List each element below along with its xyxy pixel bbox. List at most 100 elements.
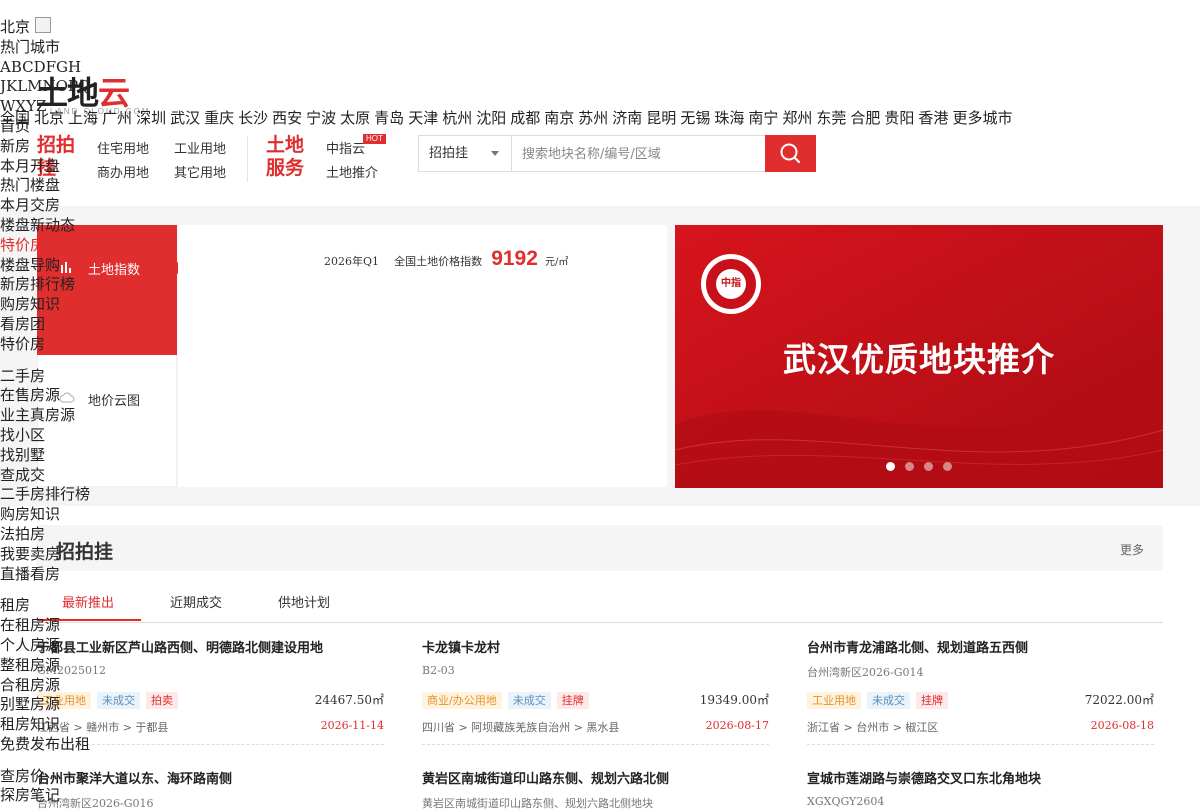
city-link[interactable]: 沈阳 [476,109,506,127]
city-link[interactable]: 成都 [510,109,540,127]
nav-item[interactable]: 租房知识 [0,715,90,735]
tab-recent-deals[interactable]: 近期成交 [170,592,222,611]
city-link[interactable]: 郑州 [782,109,812,127]
nav-item[interactable]: 二手房 [0,367,90,387]
nav-item[interactable]: 别墅房源 [0,695,90,715]
listing-card[interactable]: 卡龙镇卡龙村 B2-03 商业/办公用地 未成交 挂牌 19349.00㎡ 四川省 > 阿坝… [422,637,769,745]
listing-tag: 未成交 [507,692,551,709]
city-link[interactable]: 重庆 [204,109,234,127]
nav-item[interactable]: 探房笔记 [0,786,90,806]
city-link[interactable]: 南宁 [748,109,778,127]
listing-code: XGXQGY2604 [807,795,885,808]
letter-row[interactable]: JKLMNOPQ [0,77,90,97]
letter-row[interactable]: ABCDFGH [0,58,90,78]
city-link[interactable]: 更多城市 [952,109,1012,127]
search-icon [780,143,801,164]
search-button[interactable] [765,135,816,172]
listing-name: 黄岩区南城街道印山路东侧、规划六路北侧 [422,772,670,787]
search-input[interactable] [514,136,774,173]
city-link[interactable]: 西安 [272,109,302,127]
nav-item[interactable]: 新房排行榜 [0,275,90,295]
nav-item[interactable]: 本月开盘 [0,157,90,177]
city-link[interactable]: 昆明 [646,109,676,127]
nav-item[interactable]: 直播看房 [0,565,90,585]
nav-item[interactable]: 购房知识 [0,505,90,525]
carousel-dot[interactable] [924,462,933,471]
listing-card[interactable]: 黄岩区南城街道印山路东侧、规划六路北侧 黄岩区南城街道印山路东侧、规划六路北侧地块 [422,768,769,811]
menu-other[interactable]: 其它用地 [174,162,226,181]
listing-tag: 工业用地 [807,692,861,709]
menu-commercial[interactable]: 商办用地 [97,162,149,181]
search-type-select[interactable]: 招拍挂 [419,136,512,171]
nav-item[interactable]: 查成交 [0,466,90,486]
nav-item[interactable]: 本月交房 [0,196,90,216]
menu-industrial[interactable]: 工业用地 [174,138,226,157]
nav-item[interactable]: 特价房 [0,236,90,256]
menu-zhizhiyun[interactable]: 中指云 [326,138,365,157]
nav-item[interactable]: 租房 [0,596,90,616]
listing-card[interactable]: 台州市青龙浦路北侧、规划道路五西侧 台州湾新区2026-G014 工业用地 未成交 挂牌… [807,637,1154,745]
nav-item[interactable]: 业主真房源 [0,406,90,426]
nav-item[interactable]: 个人房源 [0,636,90,656]
city-link[interactable]: 南京 [544,109,574,127]
city-link[interactable]: 太原 [340,109,370,127]
listing-tag: 商业/办公用地 [422,692,502,709]
nav-item[interactable]: 整租房源 [0,656,90,676]
more-link[interactable]: 更多 [1120,541,1144,558]
listing-date: 2026-11-14 [320,719,384,732]
nav-item[interactable]: 特价房 [0,335,90,355]
listing-tag: 挂牌 [916,692,948,709]
city-link[interactable]: 无锡 [680,109,710,127]
listing-date: 2026-08-17 [705,719,769,732]
nav-item[interactable]: 在租房源 [0,616,90,636]
menu-land-promo[interactable]: 土地推介 [326,162,378,181]
listing-tag: 未成交 [867,692,910,709]
city-link[interactable]: 深圳 [136,109,166,127]
city-link[interactable]: 杭州 [442,109,472,127]
city-link[interactable]: 青岛 [374,109,404,127]
nav-item[interactable]: 免费发布出租 [0,735,90,755]
nav-item[interactable]: 法拍房 [0,525,90,545]
nav-item[interactable]: 找别墅 [0,446,90,466]
nav-item[interactable]: 购房知识 [0,295,90,315]
letter-row[interactable]: WXYZ [0,97,90,117]
carousel-dot[interactable] [905,462,914,471]
city-link[interactable]: 天津 [408,109,438,127]
nav-item[interactable]: 二手房排行榜 [0,485,90,505]
listing-card[interactable]: 宣城市莲湖路与崇德路交叉口东北角地块 XGXQGY2604 [807,768,1154,808]
tab-supply-plan[interactable]: 供地计划 [278,592,330,611]
menu-residential[interactable]: 住宅用地 [97,138,149,157]
listing-date: 2026-08-18 [1090,719,1154,732]
city-link[interactable]: 香港 [918,109,948,127]
city-link[interactable]: 苏州 [578,109,608,127]
nav-item[interactable]: 在售房源 [0,386,90,406]
city-link[interactable]: 济南 [612,109,642,127]
land-service-title[interactable]: 土地 服务 [266,134,304,180]
nav-item[interactable]: 首页 [0,117,90,137]
broken-image-icon [34,17,51,33]
nav-item[interactable]: 查房价 [0,767,90,787]
nav-item[interactable]: 新房 [0,137,90,157]
city-link[interactable]: 广州 [102,109,132,127]
promo-banner[interactable]: 中指 武汉优质地块推介 [675,225,1163,488]
current-city[interactable]: 北京 [0,18,30,36]
listing-location: 浙江省 > 台州市 > 椒江区 [807,721,939,734]
nav-item[interactable]: 楼盘导购 [0,256,90,276]
nav-item[interactable]: 找小区 [0,426,90,446]
nav-item[interactable]: 楼盘新动态 [0,216,90,236]
nav-item[interactable]: 看房团 [0,315,90,335]
logo-text-accent: 云 [98,75,131,111]
carousel-dot[interactable] [943,462,952,471]
nav-item[interactable]: 我要卖房 [0,545,90,565]
city-link[interactable]: 合肥 [850,109,880,127]
listing-tags: 工业用地 未成交 挂牌 [807,689,954,709]
carousel-dot[interactable] [886,462,895,471]
city-link[interactable]: 武汉 [170,109,200,127]
city-link[interactable]: 宁波 [306,109,336,127]
city-link[interactable]: 贵阳 [884,109,914,127]
city-link[interactable]: 东莞 [816,109,846,127]
city-link[interactable]: 长沙 [238,109,268,127]
city-link[interactable]: 珠海 [714,109,744,127]
nav-item[interactable]: 热门楼盘 [0,176,90,196]
nav-item[interactable]: 合租房源 [0,676,90,696]
